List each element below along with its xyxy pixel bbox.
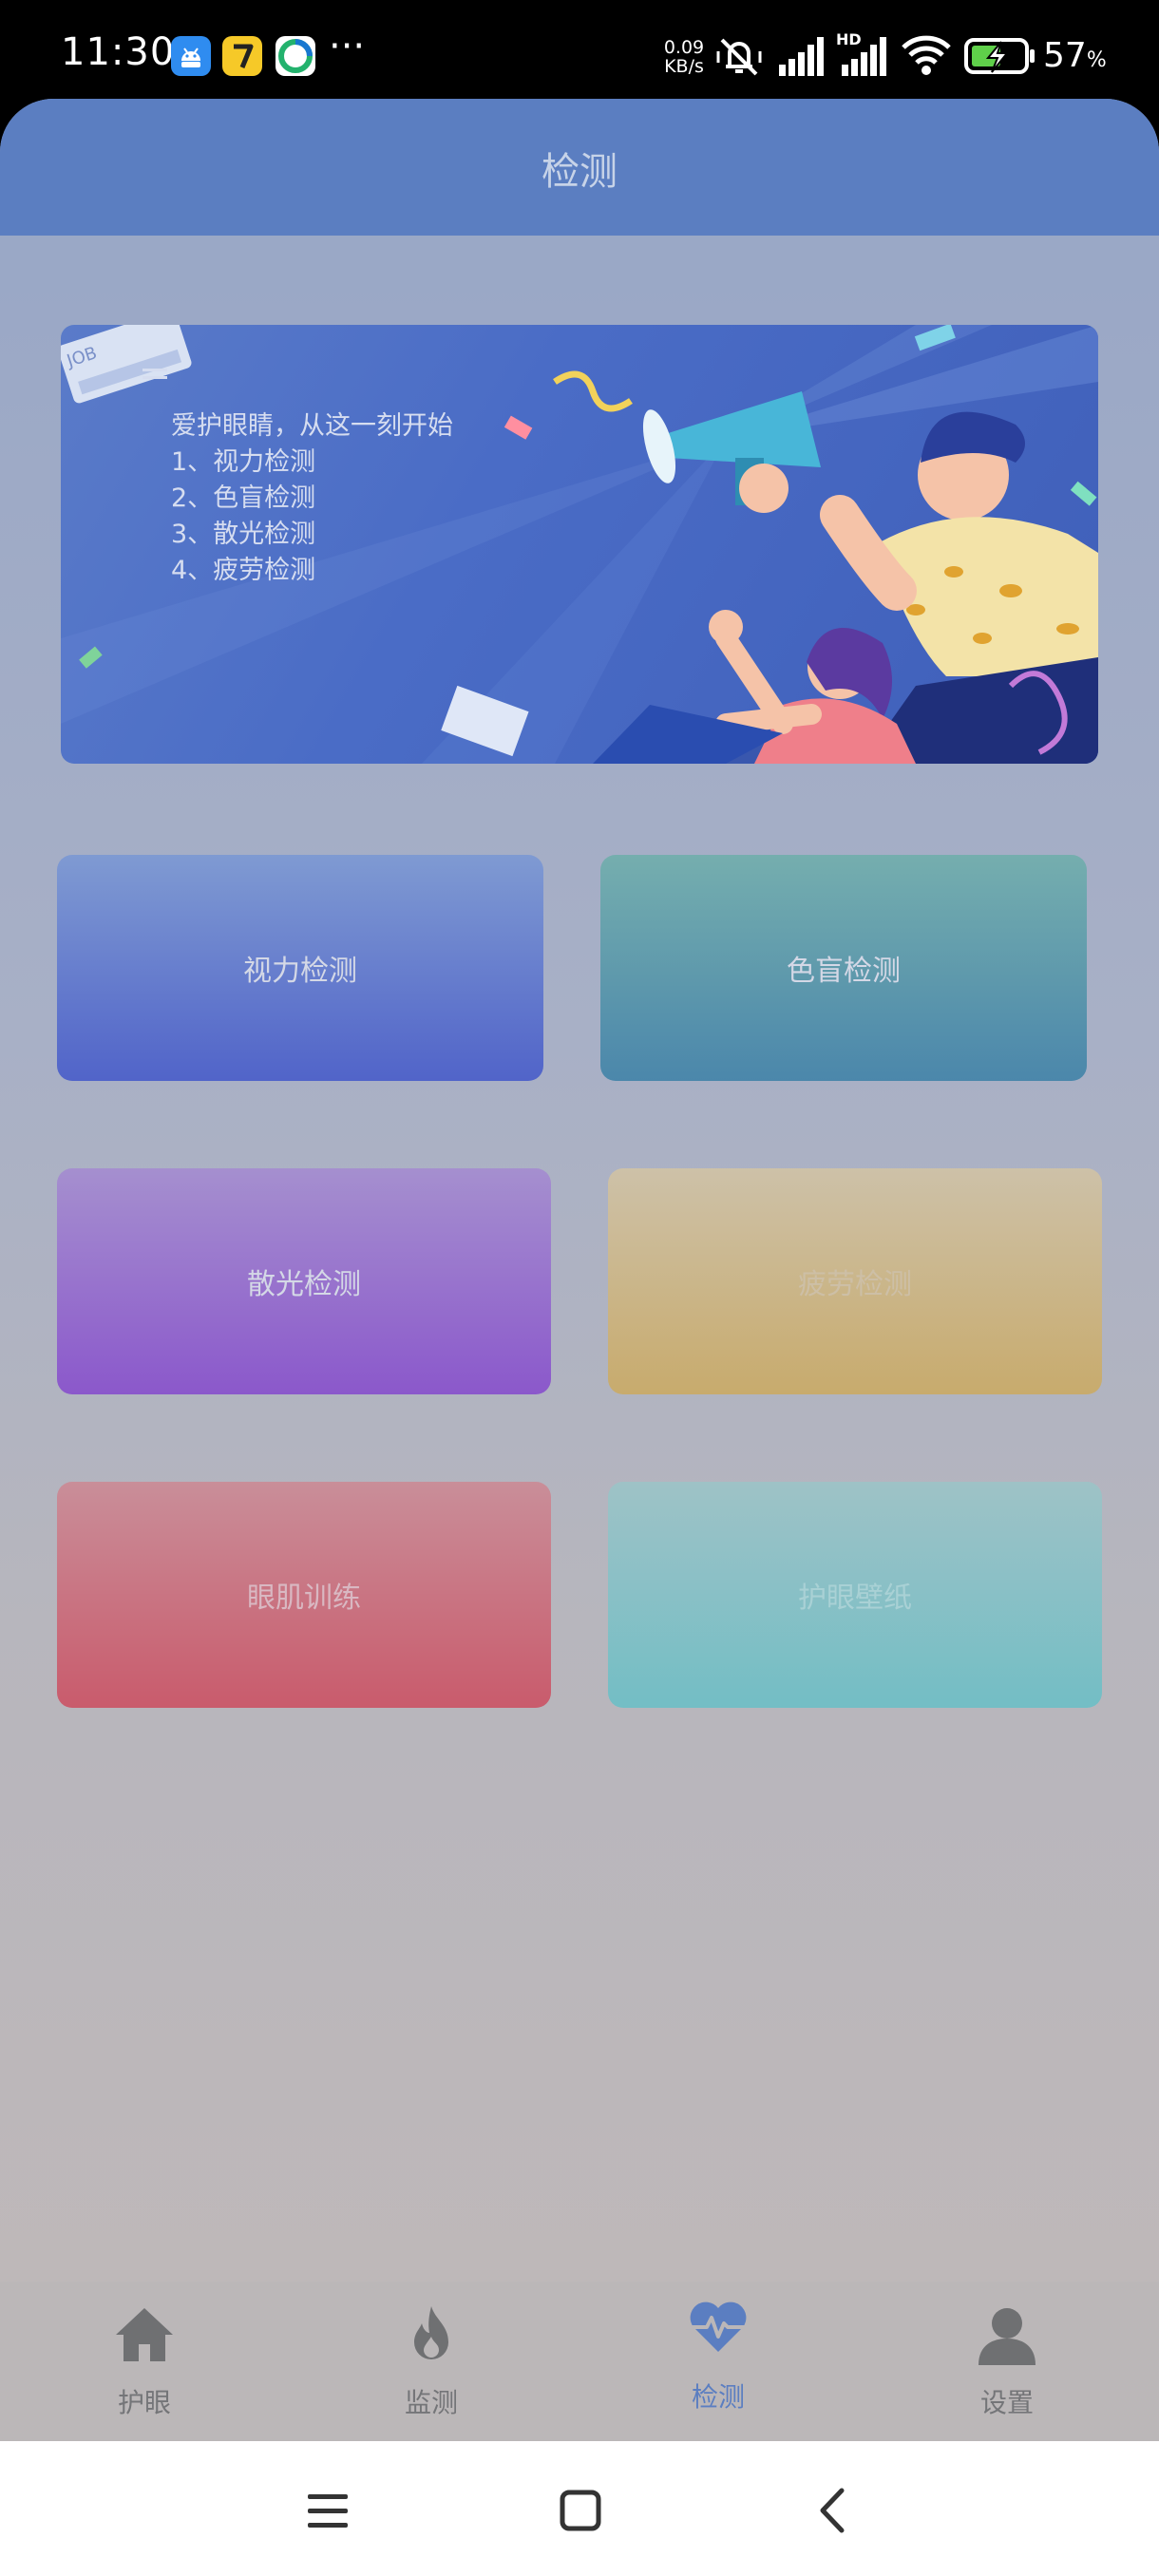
vision-test-label: 视力检测 — [243, 955, 357, 988]
tab-detect-label: 检测 — [691, 2381, 745, 2413]
eye-training-label: 眼肌训练 — [247, 1582, 361, 1615]
battery-percent: 57% — [1043, 36, 1107, 75]
tab-settings[interactable]: 设置 — [912, 2282, 1102, 2441]
tab-eye-care[interactable]: 护眼 — [49, 2282, 239, 2441]
signal-bars-icon-1 — [779, 37, 824, 76]
phone-screen: 11:30 ··· 0.09 KB/s HD 57% 检测 JOB 爱护眼睛，从… — [0, 0, 1159, 2576]
battery-charging-icon — [964, 38, 1035, 74]
promo-banner: JOB 爱护眼睛，从这一刻开始 1、视力检测 2、色盲检测 3、散光检测 4、疲… — [61, 325, 1098, 764]
home-button-icon[interactable] — [547, 2477, 614, 2544]
title-bar: 检测 — [0, 99, 1159, 236]
vision-test-button[interactable]: 视力检测 — [57, 855, 543, 1081]
fatigue-test-button[interactable]: 疲劳检测 — [608, 1168, 1102, 1394]
banner-slogan: 爱护眼睛，从这一刻开始 — [171, 411, 453, 441]
astigmatism-test-label: 散光检测 — [247, 1268, 361, 1301]
number-7-app-icon — [222, 36, 262, 76]
status-bar: 11:30 ··· 0.09 KB/s HD 57% — [0, 0, 1159, 114]
heartbeat-icon — [690, 2301, 747, 2352]
page-title: 检测 — [542, 150, 618, 194]
tab-monitor[interactable]: 监测 — [336, 2282, 526, 2441]
eye-training-button[interactable]: 眼肌训练 — [57, 1482, 551, 1708]
status-time: 11:30 — [61, 30, 176, 74]
tab-detect[interactable]: 检测 — [623, 2282, 813, 2441]
tab-monitor-label: 监测 — [404, 2387, 458, 2418]
banner-item-vision: 1、视力检测 — [171, 447, 316, 477]
recent-apps-icon[interactable] — [294, 2477, 361, 2544]
battery-percent-unit: % — [1086, 48, 1107, 72]
more-notifications-icon: ··· — [329, 25, 366, 68]
network-speed: 0.09 KB/s — [659, 38, 709, 76]
banner-menu-icon — [142, 369, 167, 379]
battery-percent-value: 57 — [1043, 36, 1087, 75]
system-navigation-bar — [0, 2441, 1159, 2576]
home-icon — [116, 2308, 173, 2361]
astigmatism-test-button[interactable]: 散光检测 — [57, 1168, 551, 1394]
green-swirl-app-icon — [276, 36, 315, 76]
eye-wallpaper-label: 护眼壁纸 — [798, 1582, 912, 1615]
net-speed-value: 0.09 — [663, 37, 705, 58]
android-app-icon — [171, 36, 211, 76]
tab-eye-care-label: 护眼 — [117, 2387, 171, 2418]
app-container: 检测 JOB 爱护眼睛，从这一刻开始 1、视力检测 2、色盲检测 3、散光检测 … — [0, 99, 1159, 2441]
flame-icon — [414, 2306, 448, 2359]
bottom-tab-bar: 护眼 监测 检测 设置 — [0, 2282, 1159, 2441]
color-blind-test-button[interactable]: 色盲检测 — [600, 855, 1087, 1081]
eye-wallpaper-button[interactable]: 护眼壁纸 — [608, 1482, 1102, 1708]
fatigue-test-label: 疲劳检测 — [798, 1268, 912, 1301]
net-speed-unit: KB/s — [664, 56, 704, 77]
back-icon[interactable] — [800, 2477, 866, 2544]
person-icon — [978, 2308, 1036, 2365]
color-blind-test-label: 色盲检测 — [787, 955, 901, 988]
tab-settings-label: 设置 — [979, 2387, 1034, 2418]
wifi-icon — [902, 35, 951, 75]
vibrate-mute-icon — [716, 38, 762, 76]
banner-item-color-blind: 2、色盲检测 — [171, 483, 316, 513]
banner-item-fatigue: 4、疲劳检测 — [171, 556, 316, 585]
banner-text: 爱护眼睛，从这一刻开始 1、视力检测 2、色盲检测 3、散光检测 4、疲劳检测 — [171, 408, 453, 589]
signal-bars-icon-2 — [842, 37, 886, 76]
banner-item-astigmatism: 3、散光检测 — [171, 520, 316, 549]
